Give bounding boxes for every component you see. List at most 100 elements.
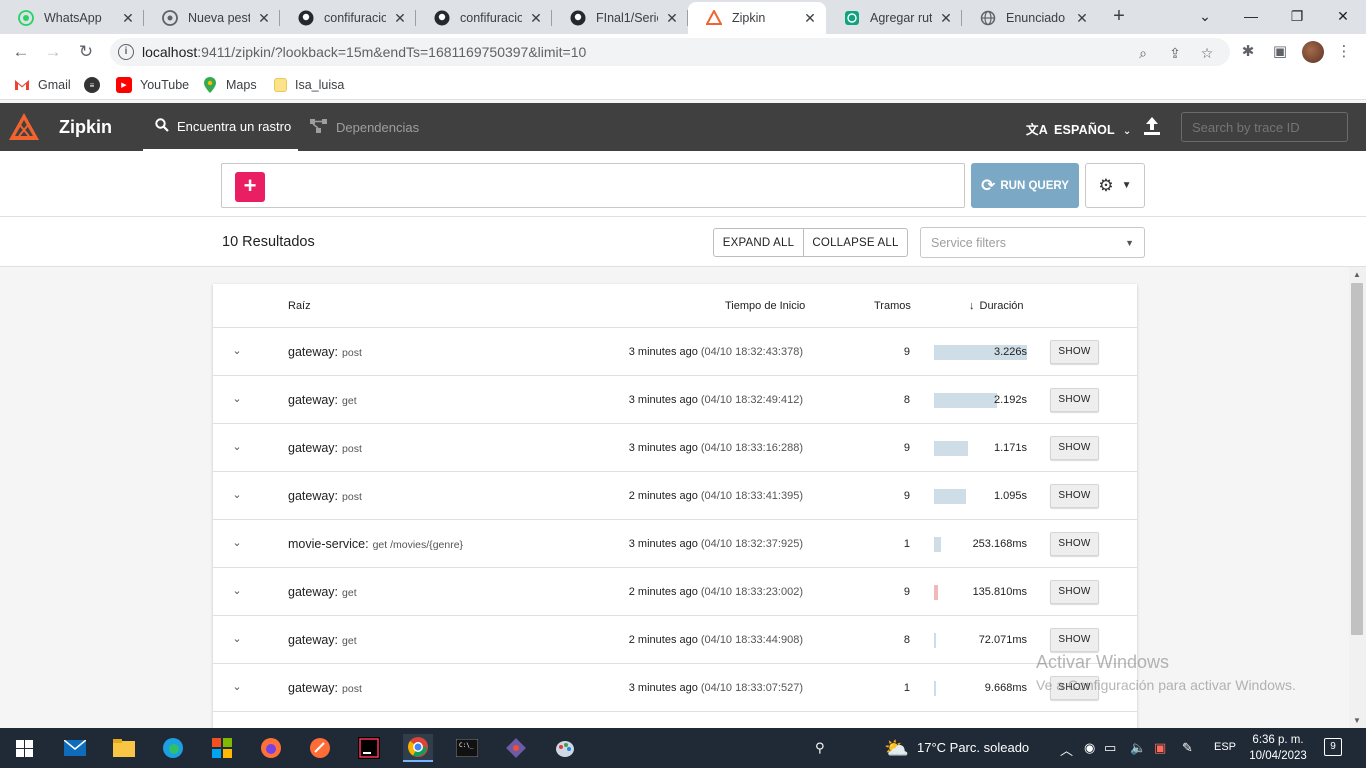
close-icon[interactable]: ✕ <box>802 10 818 27</box>
chrome-taskbar-icon[interactable] <box>403 734 433 762</box>
column-duration[interactable]: ↓ Duración <box>969 300 1024 312</box>
intellij-icon[interactable] <box>354 734 384 762</box>
page-scrollbar[interactable]: ▲ ▼ <box>1349 267 1366 728</box>
language-selector[interactable]: 文A ESPAÑOL ⌄ <box>1026 119 1131 138</box>
side-panel-icon[interactable]: ▣ <box>1270 42 1290 62</box>
browser-tab[interactable]: Enunciado de ✕ <box>962 2 1098 34</box>
service-filters-select[interactable]: Service filters ▼ <box>920 227 1145 258</box>
upload-icon[interactable] <box>1142 116 1162 138</box>
close-icon[interactable]: ✕ <box>938 10 954 27</box>
bookmark-star-icon[interactable]: ☆ <box>1198 44 1216 62</box>
store-icon[interactable] <box>207 734 237 762</box>
network-icon[interactable]: ▭ <box>1104 740 1116 756</box>
chevron-up-icon[interactable]: ︿ <box>1060 740 1073 759</box>
run-query-button[interactable]: ⟳ RUN QUERY <box>971 163 1079 208</box>
show-trace-button[interactable]: SHOW <box>1050 436 1099 460</box>
expand-chevron-icon[interactable]: ⌄ <box>231 680 243 693</box>
close-icon[interactable]: ✕ <box>528 10 544 27</box>
minimize-icon[interactable]: — <box>1228 4 1274 28</box>
expand-chevron-icon[interactable]: ⌄ <box>231 440 243 453</box>
firefox-icon[interactable] <box>256 734 286 762</box>
close-icon[interactable]: ✕ <box>392 10 408 27</box>
column-spans[interactable]: Tramos <box>874 300 911 312</box>
close-icon[interactable]: ✕ <box>1074 10 1090 27</box>
system-clock[interactable]: 6:36 p. m. 10/04/2023 <box>1248 732 1308 764</box>
bookmark-gmail[interactable]: Gmail <box>14 76 71 94</box>
app-tray-icon[interactable]: ▣ <box>1154 740 1166 756</box>
add-criteria-button[interactable]: + <box>235 172 265 202</box>
new-tab-button[interactable]: + <box>1108 6 1130 28</box>
expand-chevron-icon[interactable]: ⌄ <box>231 632 243 645</box>
people-icon[interactable]: ⚲ <box>815 740 825 756</box>
tab-search-icon[interactable]: ⌄ <box>1182 4 1228 28</box>
site-info-icon[interactable]: i <box>118 44 134 60</box>
windows-start-icon[interactable] <box>9 734 39 762</box>
input-language[interactable]: ESP <box>1214 741 1236 753</box>
tab-dependencies[interactable]: Dependencias <box>310 103 419 151</box>
extensions-icon[interactable]: ✱ <box>1238 42 1258 62</box>
browser-tab[interactable]: Nueva pestaña ✕ <box>144 2 280 34</box>
query-criteria-input[interactable]: + <box>221 163 965 208</box>
expand-all-button[interactable]: EXPAND ALL <box>713 228 804 257</box>
mail-icon[interactable] <box>60 734 90 762</box>
camera-icon[interactable]: ◉ <box>1084 740 1095 756</box>
trace-id-search-input[interactable] <box>1181 112 1348 142</box>
expand-chevron-icon[interactable]: ⌄ <box>231 536 243 549</box>
bookmark-folder-icon-item[interactable]: ≡ <box>84 76 108 94</box>
browser-tab-active[interactable]: Zipkin ✕ <box>688 2 826 34</box>
scrollbar-thumb[interactable] <box>1351 283 1363 635</box>
table-row[interactable]: ⌄ movie-service: get /movies/{genre} 3 minu… <box>213 520 1137 568</box>
table-row[interactable]: ⌄ gateway: get 3 minutes ago (04/10 18:32:49… <box>213 376 1137 424</box>
weather-icon[interactable]: ⛅ <box>884 736 909 761</box>
show-trace-button[interactable]: SHOW <box>1050 532 1099 556</box>
postman-icon[interactable] <box>305 734 335 762</box>
share-icon[interactable]: ⇪ <box>1166 44 1184 62</box>
browser-tab[interactable]: confifuracione ✕ <box>280 2 416 34</box>
bookmark-folder-isa[interactable]: Isa_luisa <box>274 76 344 94</box>
back-arrow-icon[interactable]: ← <box>10 41 32 63</box>
table-row[interactable]: ⌄ gateway: post 3 minutes ago (04/10 18:33:1… <box>213 424 1137 472</box>
expand-chevron-icon[interactable]: ⌄ <box>231 488 243 501</box>
browser-tab[interactable]: WhatsApp ✕ <box>0 2 144 34</box>
notifications-button[interactable]: 9 <box>1324 737 1342 756</box>
table-row[interactable]: ⌄ gateway: post 3 minutes ago (04/10 18:32:4… <box>213 328 1137 376</box>
expand-chevron-icon[interactable]: ⌄ <box>231 344 243 357</box>
file-explorer-icon[interactable] <box>109 734 139 762</box>
profile-avatar[interactable] <box>1302 41 1324 63</box>
collapse-all-button[interactable]: COLLAPSE ALL <box>803 228 908 257</box>
address-bar[interactable]: i localhost:9411/zipkin/?lookback=15m&en… <box>110 38 1230 66</box>
bookmark-youtube[interactable]: ▶ YouTube <box>116 76 189 94</box>
terminal-icon[interactable]: C:\_ <box>452 734 482 762</box>
show-trace-button[interactable]: SHOW <box>1050 388 1099 412</box>
edge-icon[interactable] <box>158 734 188 762</box>
table-row[interactable]: ⌄ gateway: get 2 minutes ago (04/10 18:33:44… <box>213 616 1137 664</box>
tab-find-trace[interactable]: Encuentra un rastro <box>143 103 298 151</box>
scroll-up-icon[interactable]: ▲ <box>1353 270 1361 279</box>
zipkin-brand[interactable]: Zipkin <box>59 117 112 138</box>
menu-dots-icon[interactable]: ⋮ <box>1334 42 1354 62</box>
expand-chevron-icon[interactable]: ⌄ <box>231 584 243 597</box>
browser-tab[interactable]: FInal1/SerieC ✕ <box>552 2 688 34</box>
scroll-down-icon[interactable]: ▼ <box>1353 716 1361 725</box>
pen-icon[interactable]: ✎ <box>1182 740 1193 756</box>
expand-chevron-icon[interactable]: ⌄ <box>231 392 243 405</box>
show-trace-button[interactable]: SHOW <box>1050 340 1099 364</box>
column-start-time[interactable]: Tiempo de Inicio <box>725 300 805 312</box>
forward-arrow-icon[interactable]: → <box>42 41 64 63</box>
git-icon[interactable] <box>501 734 531 762</box>
column-root[interactable]: Raíz <box>288 300 311 312</box>
show-trace-button[interactable]: SHOW <box>1050 580 1099 604</box>
show-trace-button[interactable]: SHOW <box>1050 628 1099 652</box>
table-row[interactable]: ⌄ gateway: post 2 minutes ago (04/10 18:33:4… <box>213 472 1137 520</box>
table-row[interactable]: ⌄ gateway: get 2 minutes ago (04/10 18:33:23… <box>213 568 1137 616</box>
zoom-icon[interactable]: ⌕ <box>1134 44 1152 62</box>
weather-text[interactable]: 17°C Parc. soleado <box>917 740 1029 755</box>
close-icon[interactable]: ✕ <box>664 10 680 27</box>
table-row[interactable]: ⌄ gateway: post 3 minutes ago (04/10 18:33:0… <box>213 664 1137 712</box>
volume-icon[interactable]: 🔈 <box>1130 740 1146 756</box>
reload-icon[interactable]: ↻ <box>75 41 97 63</box>
close-icon[interactable]: ✕ <box>120 10 136 27</box>
close-icon[interactable]: ✕ <box>256 10 272 27</box>
browser-tab[interactable]: Agregar rutas ✕ <box>826 2 962 34</box>
window-close-icon[interactable]: ✕ <box>1320 4 1366 28</box>
